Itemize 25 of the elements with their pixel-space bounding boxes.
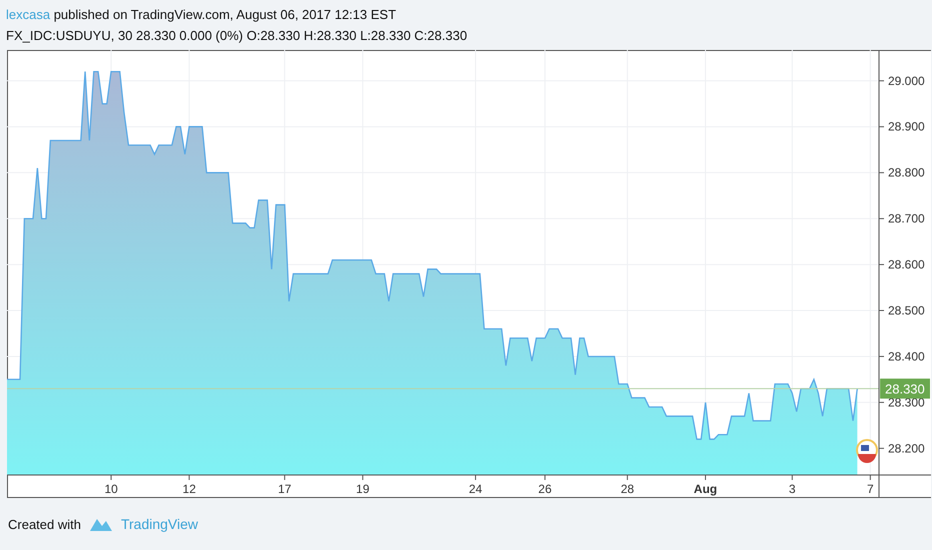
x-axis-label: 7	[866, 482, 874, 496]
x-axis-label: 19	[356, 482, 370, 496]
y-axis-label: 28.900	[888, 120, 925, 134]
flag-icon	[856, 439, 878, 463]
x-axis-label: 24	[468, 482, 482, 496]
x-axis-label: 26	[538, 482, 552, 496]
author-link[interactable]: lexcasa	[6, 7, 50, 22]
last-price-badge: 28.330	[880, 378, 930, 399]
brand-link[interactable]: TradingView	[120, 516, 198, 532]
x-axis-label: 10	[104, 482, 118, 496]
symbol-info: FX_IDC:USDUYU, 30 28.330 0.000 (0%) O:28.330 H:28.330 L:28.330 C:28.330	[6, 27, 468, 45]
y-axis-label: 28.200	[888, 441, 925, 456]
y-axis-label: 28.600	[888, 258, 925, 272]
x-axis-label: 12	[182, 482, 196, 496]
x-axis-label: 3	[788, 482, 796, 496]
y-axis-label: 28.400	[888, 349, 925, 364]
x-axis-label: Aug	[694, 482, 718, 496]
y-axis-label: 29.000	[888, 74, 925, 88]
created-with-label: Created with	[8, 516, 81, 532]
x-axis-label: 28	[620, 482, 634, 496]
x-axis-label: 17	[278, 482, 292, 496]
y-axis-label: 28.500	[888, 304, 925, 318]
publish-info: lexcasa published on TradingView.com, August 06, 2017 12:13 EST	[6, 6, 398, 24]
y-axis-label: 28.700	[888, 212, 925, 226]
y-axis-label: 28.800	[888, 166, 925, 180]
